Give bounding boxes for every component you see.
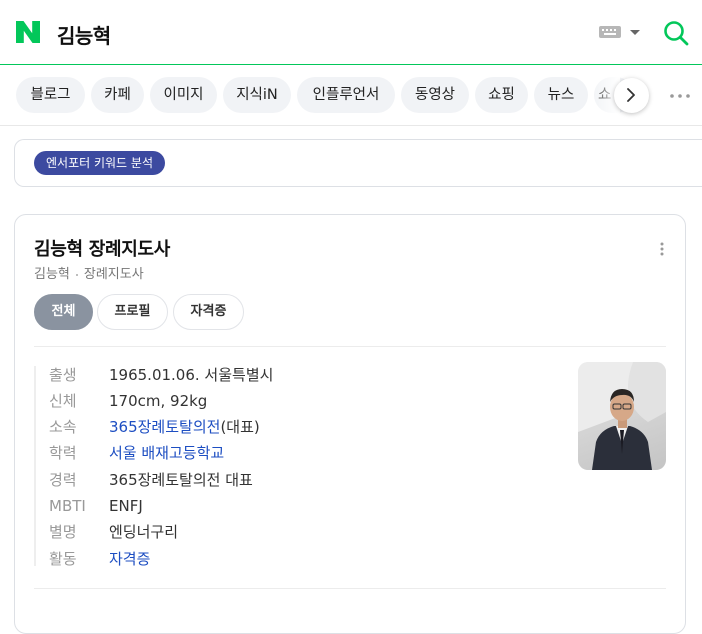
affiliation-link[interactable]: 365장례토탈의전 bbox=[109, 418, 220, 436]
info-label: 학력 bbox=[49, 444, 77, 462]
info-label: 출생 bbox=[49, 366, 77, 384]
profile-sub-name: 김능혁 bbox=[34, 267, 70, 282]
info-label: 활동 bbox=[49, 550, 77, 568]
info-value: 엔딩너구리 bbox=[109, 523, 179, 541]
activity-link[interactable]: 자격증 bbox=[109, 548, 150, 570]
search-icon[interactable] bbox=[662, 19, 690, 47]
search-query-text[interactable]: 김능혁 bbox=[57, 20, 111, 49]
profile-title[interactable]: 김능혁 장례지도사 bbox=[34, 235, 170, 261]
more-vertical-icon[interactable] bbox=[660, 241, 664, 257]
info-label: MBTI bbox=[49, 497, 86, 515]
tab-kin[interactable]: 지식iN bbox=[223, 77, 291, 113]
person-portrait-image bbox=[578, 362, 666, 470]
chevron-right-icon bbox=[627, 88, 635, 102]
tab-video[interactable]: 동영상 bbox=[401, 77, 469, 113]
profile-sub-role: 장례지도사 bbox=[83, 267, 144, 282]
tabs-next-button[interactable] bbox=[614, 78, 649, 113]
search-category-tabs: 블로그 카페 이미지 지식iN 인플루언서 동영상 쇼핑 뉴스 쇼 bbox=[0, 65, 702, 126]
info-value: 365장례토탈의전(대표) bbox=[109, 416, 260, 438]
tab-news[interactable]: 뉴스 bbox=[534, 77, 588, 113]
search-header: 김능혁 bbox=[0, 0, 702, 65]
profile-tab-profile[interactable]: 프로필 bbox=[97, 294, 168, 330]
tab-cafe[interactable]: 카페 bbox=[91, 77, 144, 113]
affiliation-role: (대표) bbox=[220, 418, 260, 436]
tab-shopping[interactable]: 쇼핑 bbox=[475, 77, 528, 113]
naver-logo-icon[interactable] bbox=[16, 21, 40, 43]
info-label: 경력 bbox=[49, 471, 77, 489]
keyword-analysis-button[interactable]: 엔서포터 키워드 분석 bbox=[34, 151, 165, 175]
info-value: 365장례토탈의전 대표 bbox=[109, 471, 253, 489]
education-link[interactable]: 서울 배재고등학교 bbox=[109, 442, 224, 464]
caret-down-icon[interactable] bbox=[630, 30, 640, 35]
section-divider bbox=[34, 588, 666, 589]
tab-influencer[interactable]: 인플루언서 bbox=[297, 77, 395, 113]
profile-subtitle: 김능혁 장례지도사 bbox=[34, 263, 144, 282]
tab-blog[interactable]: 블로그 bbox=[16, 77, 85, 113]
info-label: 소속 bbox=[49, 418, 77, 436]
more-horizontal-icon[interactable] bbox=[670, 94, 690, 98]
section-divider bbox=[34, 346, 666, 347]
info-value: ENFJ bbox=[109, 497, 143, 515]
info-value: 170cm, 92kg bbox=[109, 392, 208, 410]
info-list-bar bbox=[34, 366, 36, 566]
keyboard-icon[interactable] bbox=[599, 26, 621, 38]
profile-tab-all[interactable]: 전체 bbox=[34, 294, 93, 330]
profile-photo[interactable] bbox=[578, 362, 666, 470]
info-label: 신체 bbox=[49, 392, 77, 410]
profile-tab-license[interactable]: 자격증 bbox=[173, 294, 244, 330]
info-value: 1965.01.06. 서울특별시 bbox=[109, 366, 274, 384]
separator-dot bbox=[75, 273, 78, 276]
tab-image[interactable]: 이미지 bbox=[150, 77, 217, 113]
info-label: 별명 bbox=[49, 523, 77, 541]
